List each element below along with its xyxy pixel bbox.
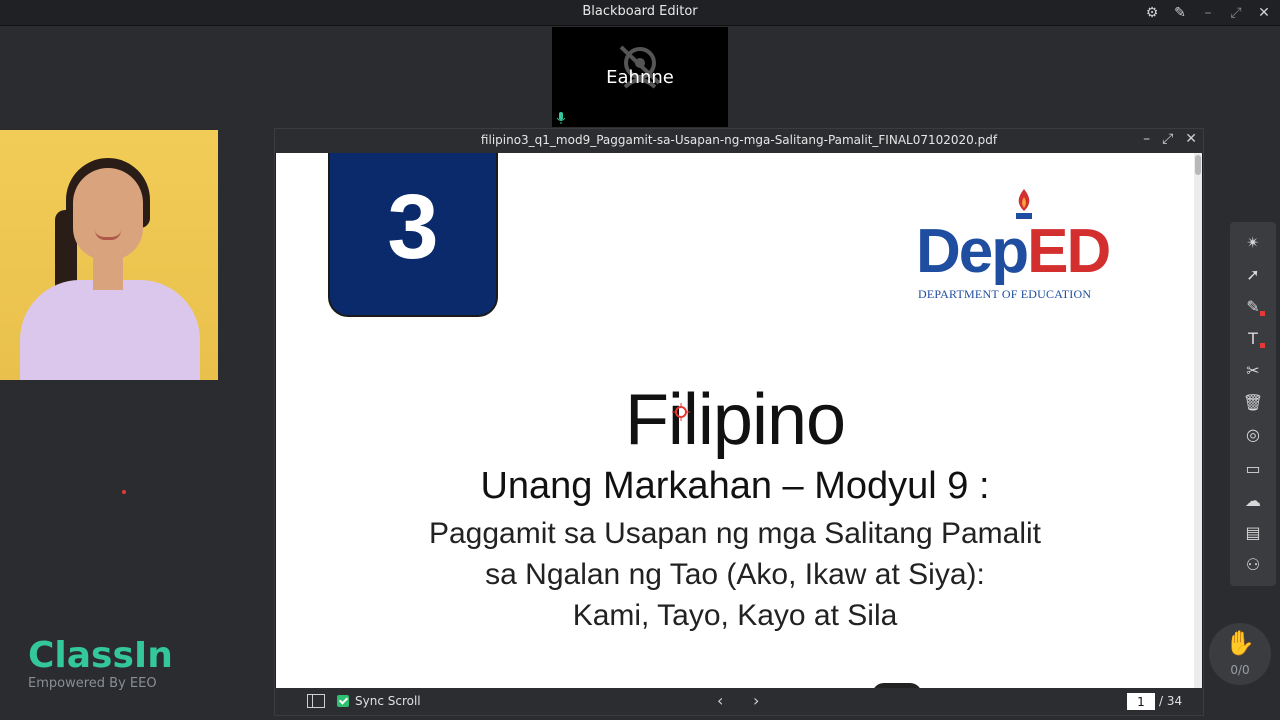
pdf-scrollbar[interactable] xyxy=(1194,153,1202,688)
pdf-filename: filipino3_q1_mod9_Paggamit-sa-Usapan-ng-… xyxy=(480,133,998,147)
deped-text-dep: Dep xyxy=(916,217,1029,286)
pen-icon[interactable]: ✎ xyxy=(1237,292,1269,320)
deped-logo: DepED DEPARTMENT OF EDUCATION xyxy=(916,189,1140,305)
deped-wordmark: DepED xyxy=(916,217,1111,286)
module-title: Filipino xyxy=(624,380,846,460)
sync-scroll-label: Sync Scroll xyxy=(355,694,421,708)
pdf-close-icon[interactable]: ✕ xyxy=(1185,131,1197,147)
grade-number: 3 xyxy=(387,176,439,278)
chat-icon[interactable]: ▭ xyxy=(1237,454,1269,482)
raise-hand-button[interactable]: ✋ 0/0 xyxy=(1209,623,1271,685)
cloud-icon[interactable]: ☁ xyxy=(1237,486,1269,514)
text-icon[interactable]: T xyxy=(1237,324,1269,352)
brand-tagline: Empowered By EEO xyxy=(28,676,157,691)
select-icon[interactable]: ➚ xyxy=(1237,260,1269,288)
close-icon[interactable]: ✕ xyxy=(1254,3,1274,23)
laser-pointer-icon[interactable]: ✴ xyxy=(1237,228,1269,256)
trash-icon[interactable]: 🗑 xyxy=(1237,388,1269,416)
sidebar-toggle-icon[interactable] xyxy=(307,694,325,708)
grade-badge: 3 xyxy=(328,153,498,317)
classin-brand: ClassIn Empowered By EEO xyxy=(28,635,173,692)
pdf-viewer-window[interactable]: filipino3_q1_mod9_Paggamit-sa-Usapan-ng-… xyxy=(274,128,1204,716)
hand-raise-count: 0/0 xyxy=(1230,663,1250,677)
maximize-icon[interactable]: ⤢ xyxy=(1226,3,1246,23)
pdf-minimize-icon[interactable]: – xyxy=(1143,131,1150,147)
sync-scroll-toggle[interactable]: Sync Scroll xyxy=(337,694,421,708)
module-topic-line-1: Paggamit sa Usapan ng mga Salitang Pamal… xyxy=(428,517,1041,550)
window-controls: ⚙ ✎ – ⤢ ✕ xyxy=(1114,3,1274,23)
toolbox-icon[interactable]: ▤ xyxy=(1237,518,1269,546)
next-page-icon[interactable]: › xyxy=(753,691,759,710)
module-subtitle: Unang Markahan – Modyul 9 : xyxy=(480,465,990,507)
pin-icon[interactable]: ✎ xyxy=(1170,3,1190,23)
sync-scroll-checkbox[interactable] xyxy=(337,695,349,707)
record-icon[interactable] xyxy=(1114,3,1134,23)
laser-dot xyxy=(122,490,126,494)
scrollbar-thumb[interactable] xyxy=(1195,155,1201,175)
participant-video-tile[interactable]: Eahnne xyxy=(552,27,728,127)
eraser-icon[interactable]: ◎ xyxy=(1237,420,1269,448)
crosshair-cursor-icon xyxy=(672,403,690,421)
settings-gear-icon[interactable]: ⚙ xyxy=(1142,3,1162,23)
deped-text-ed: ED xyxy=(1027,217,1111,286)
total-pages: / 34 xyxy=(1159,694,1183,708)
previous-page-icon[interactable]: ‹ xyxy=(717,691,723,710)
participant-name: Eahnne xyxy=(606,67,674,88)
pdf-window-controls: – ⤢ ✕ xyxy=(1143,131,1197,147)
teacher-video[interactable] xyxy=(0,130,218,380)
pdf-page[interactable]: 3 DepED DEPARTMENT OF EDUCATION Filipino… xyxy=(276,153,1194,688)
whiteboard-toolbar: ✴ ➚ ✎ T ✂ 🗑 ◎ ▭ ☁ ▤ ⚇ xyxy=(1230,222,1276,586)
person-body xyxy=(20,280,200,380)
module-topic-line-3: Kami, Tayo, Kayo at Sila xyxy=(572,599,898,632)
text-color-indicator xyxy=(1260,343,1265,348)
scissors-icon[interactable]: ✂ xyxy=(1237,356,1269,384)
classin-logo: ClassIn xyxy=(28,635,173,676)
title-bar: Blackboard Editor ⚙ ✎ – ⤢ ✕ xyxy=(0,0,1280,26)
hand-icon: ✋ xyxy=(1225,629,1255,657)
pdf-title-bar[interactable]: filipino3_q1_mod9_Paggamit-sa-Usapan-ng-… xyxy=(275,129,1203,153)
users-icon[interactable]: ⚇ xyxy=(1237,550,1269,578)
person-neck xyxy=(93,255,123,290)
minimize-icon[interactable]: – xyxy=(1198,3,1218,23)
window-title: Blackboard Editor xyxy=(582,4,698,19)
pen-color-indicator xyxy=(1260,311,1265,316)
pdf-footer: Sync Scroll ‹ › / 34 xyxy=(275,688,1203,715)
microphone-icon xyxy=(556,112,566,124)
person-face xyxy=(73,168,143,260)
module-topic-line-2: sa Ngalan ng Tao (Ako, Ikaw at Siya): xyxy=(485,558,985,591)
pdf-maximize-icon[interactable]: ⤢ xyxy=(1162,131,1173,147)
page-number-input[interactable] xyxy=(1127,693,1155,710)
deped-subtitle: DEPARTMENT OF EDUCATION xyxy=(918,287,1092,301)
